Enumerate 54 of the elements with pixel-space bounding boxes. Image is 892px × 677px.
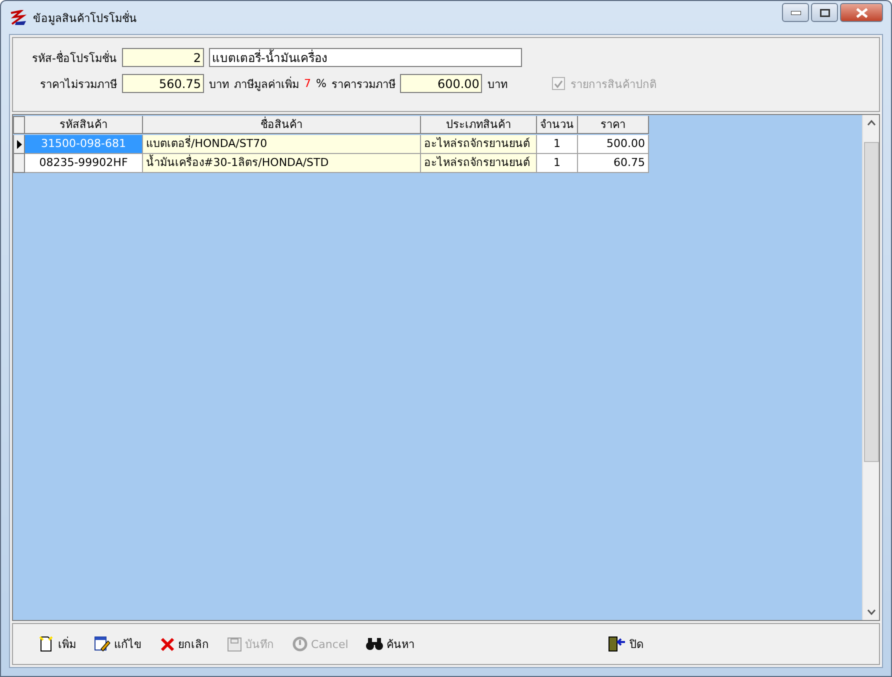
currency-label: บาท <box>209 76 229 92</box>
price-inc-field[interactable]: 600.00 <box>400 74 482 93</box>
scrollbar-thumb[interactable] <box>864 142 878 462</box>
minimize-button[interactable] <box>782 3 809 22</box>
delete-button[interactable]: ยกเลิก <box>158 633 211 655</box>
price-inc-label: ราคารวมภาษี <box>331 76 396 92</box>
price-ex-label: ราคาไม่รวมภาษี <box>39 76 117 92</box>
table-cell: 1 <box>537 154 578 173</box>
close-button[interactable]: ปิด <box>606 633 646 655</box>
exit-door-icon <box>608 636 626 652</box>
refresh-icon <box>292 636 308 652</box>
column-header[interactable]: จำนวน <box>537 116 578 134</box>
percent-sign: % <box>316 77 326 90</box>
scroll-up-icon <box>866 120 876 126</box>
add-button[interactable]: เพิ่ม <box>37 633 78 655</box>
row-indicator[interactable] <box>13 135 25 154</box>
edit-document-icon <box>94 636 111 652</box>
edit-button[interactable]: แก้ไข <box>92 633 144 655</box>
promo-code-field[interactable]: 2 <box>122 48 204 67</box>
normal-item-label: รายการสินค้าปกติ <box>570 76 656 92</box>
price-ex-field[interactable]: 560.75 <box>122 74 204 93</box>
table-cell: อะไหล่รถจักรยานยนต์ <box>421 154 537 173</box>
cross-icon <box>160 636 175 652</box>
table-cell: 08235-99902HF <box>25 154 143 173</box>
currency-label: บาท <box>487 76 508 92</box>
scrollbar[interactable] <box>862 115 879 620</box>
table-cell: 1 <box>537 135 578 154</box>
table-cell: 31500-098-681 <box>25 135 143 154</box>
vat-label: ภาษีมูลค่าเพิ่ม <box>234 76 299 92</box>
table-cell: 60.75 <box>578 154 649 173</box>
column-header[interactable]: ประเภทสินค้า <box>421 116 537 134</box>
column-header[interactable]: ราคา <box>578 116 649 134</box>
table-cell: น้ำมันเครื่อง#30-1ลิตร/HONDA/STD <box>143 154 421 173</box>
search-button[interactable]: ค้นหา <box>364 633 416 655</box>
promo-name-field[interactable]: แบตเตอรี่-น้ำมันเครื่อง <box>209 48 522 67</box>
close-button[interactable] <box>840 3 883 22</box>
window-title: ข้อมูลสินค้าโปรโมชั่น <box>33 10 138 26</box>
minimize-icon <box>790 10 800 14</box>
table-cell: แบตเตอรี่/HONDA/ST70 <box>143 135 421 154</box>
column-header[interactable]: รหัสสินค้า <box>25 116 143 134</box>
maximize-button[interactable] <box>811 3 838 22</box>
vat-value: 7 <box>304 77 311 90</box>
scroll-down-icon <box>866 609 876 615</box>
current-row-icon <box>16 140 22 148</box>
new-document-icon <box>39 636 55 652</box>
promo-label: รหัส-ชื่อโปรโมชั่น <box>31 50 117 66</box>
column-header[interactable]: ชื่อสินค้า <box>143 116 421 134</box>
close-icon <box>856 8 868 18</box>
check-icon <box>554 80 564 88</box>
table-cell: อะไหล่รถจักรยานยนต์ <box>421 135 537 154</box>
table-cell: 500.00 <box>578 135 649 154</box>
binoculars-icon <box>366 637 384 651</box>
maximize-icon <box>820 8 830 16</box>
app-logo-icon <box>9 10 27 26</box>
